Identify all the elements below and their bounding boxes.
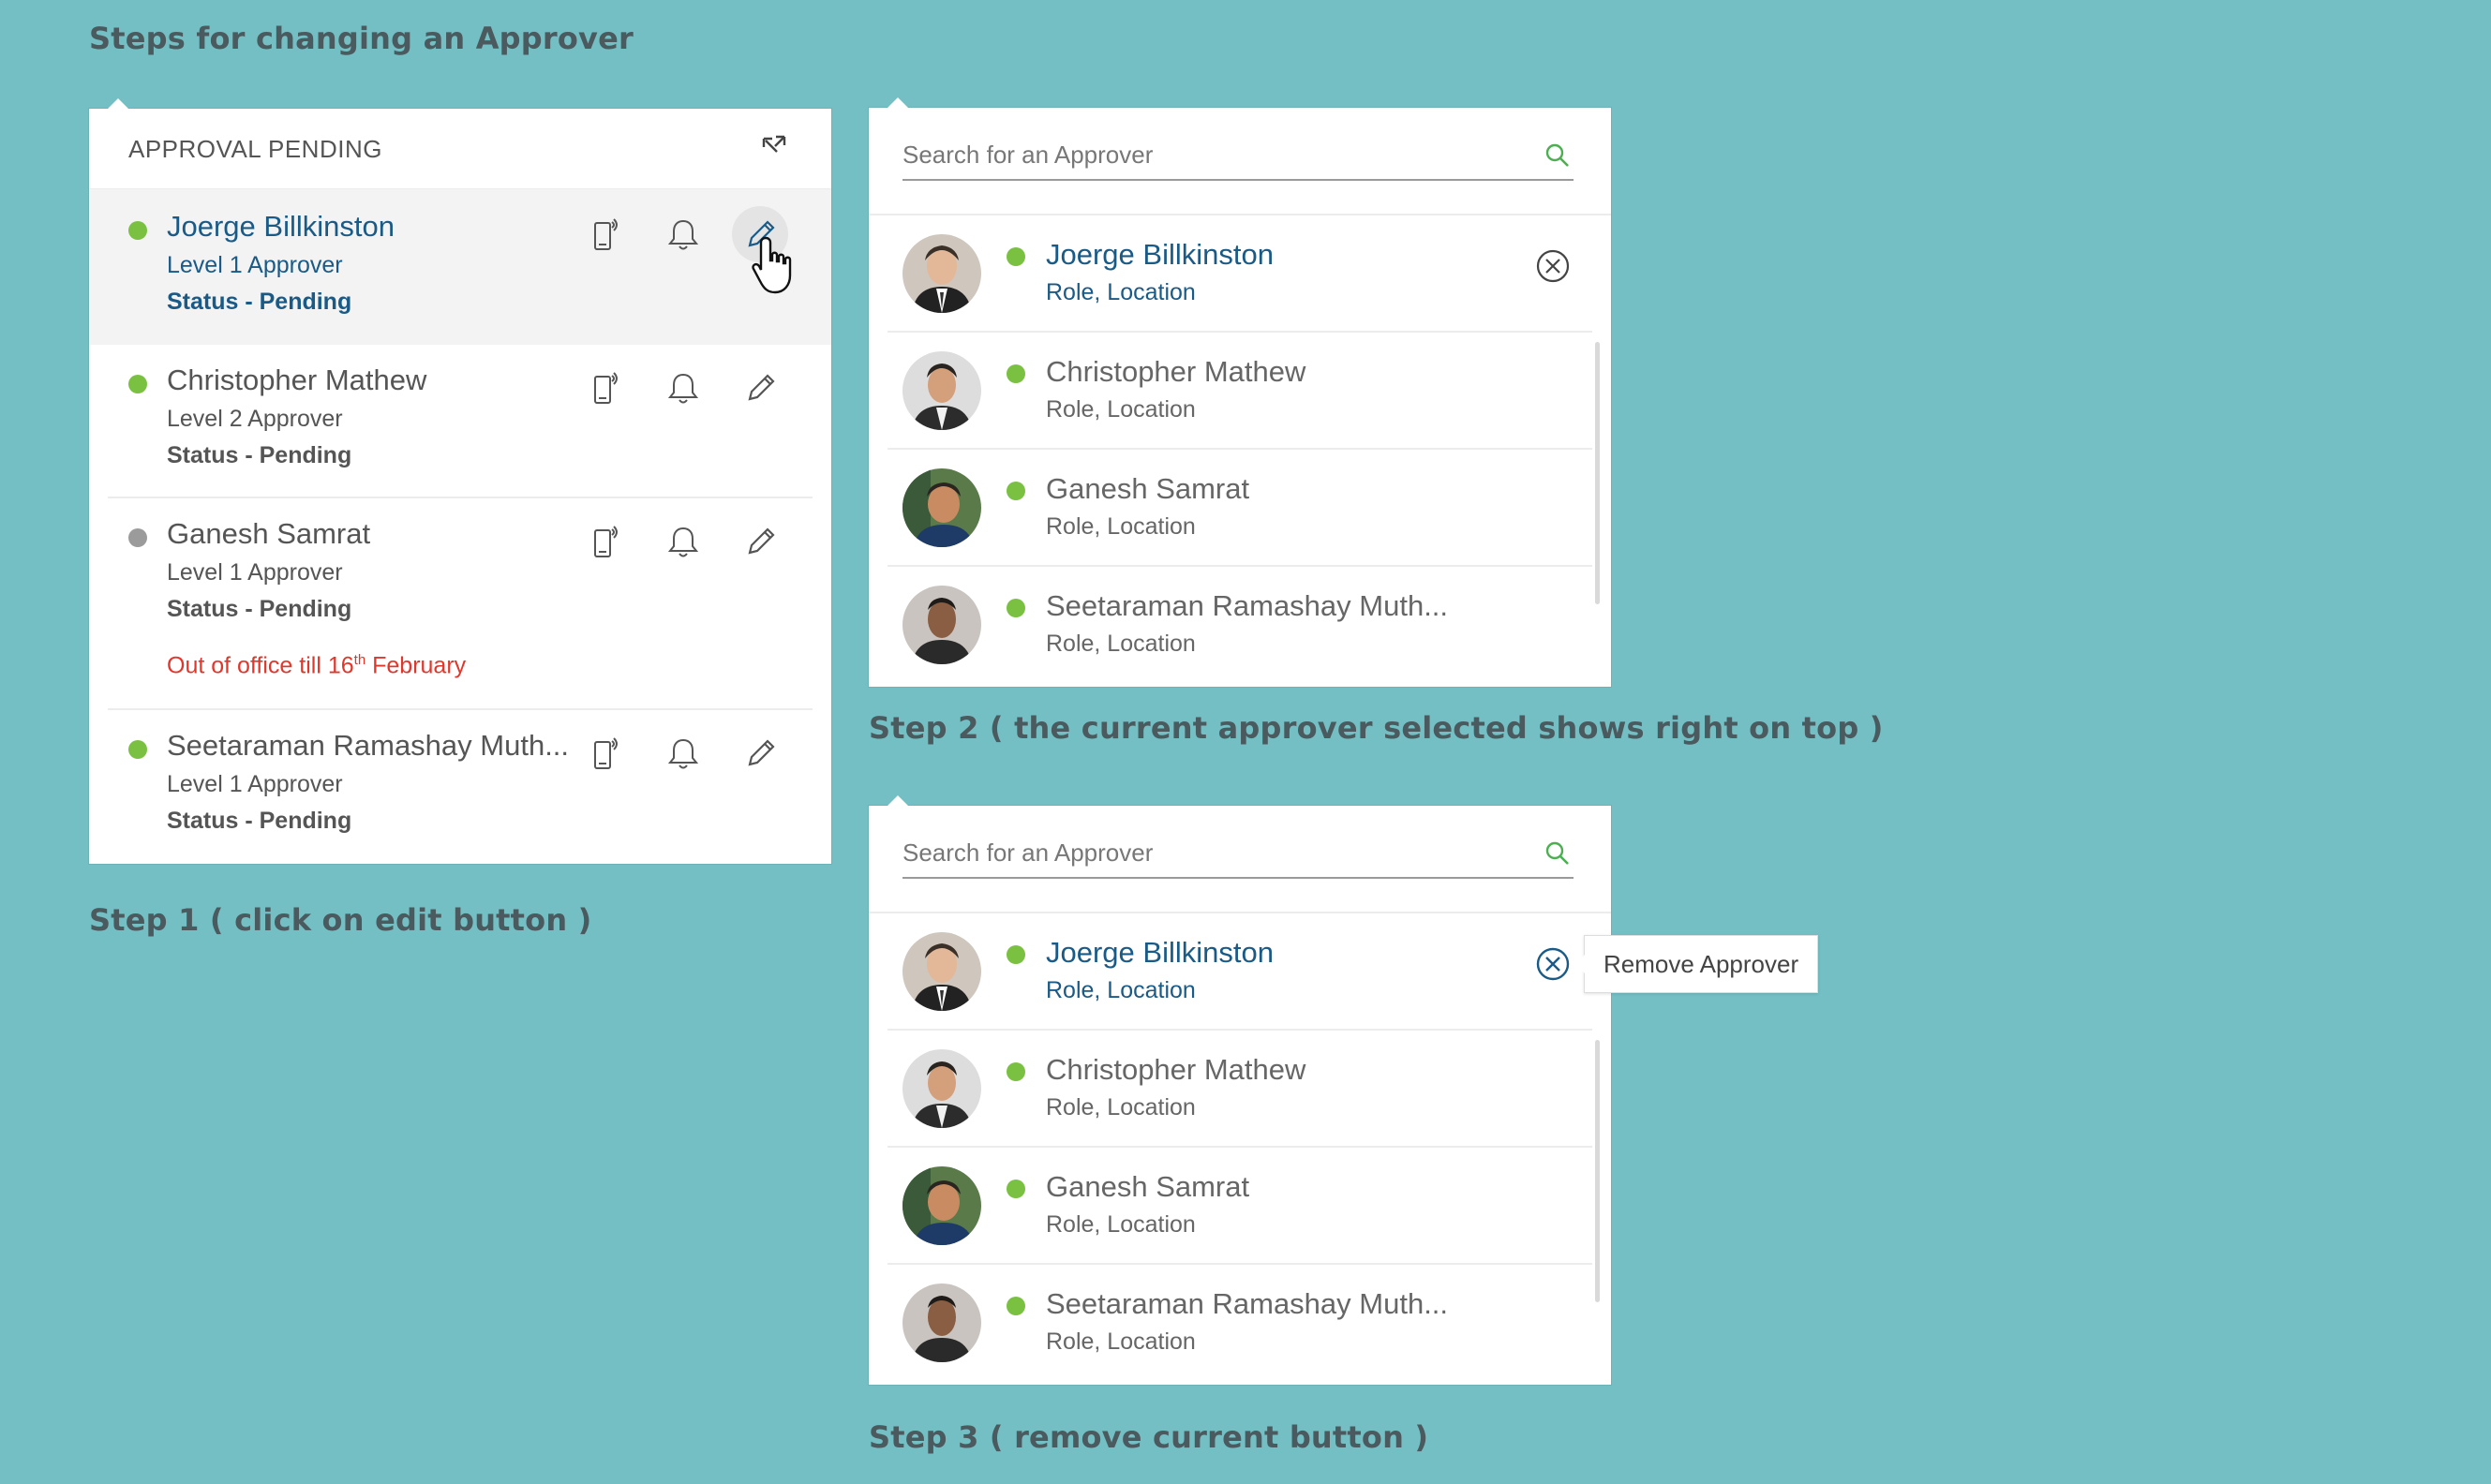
avatar (902, 1166, 981, 1245)
remove-approver-icon[interactable] (1534, 247, 1572, 285)
search-result[interactable]: Ganesh Samrat Role, Location (869, 450, 1611, 567)
presence-dot (1007, 1297, 1025, 1315)
presence-dot (1007, 482, 1025, 500)
presence-dot (128, 375, 147, 393)
card-header: APPROVAL PENDING (89, 109, 831, 189)
search-result[interactable]: Seetaraman Ramashay Muth... Role, Locati… (869, 567, 1611, 684)
search-result[interactable]: Ganesh Samrat Role, Location (869, 1148, 1611, 1265)
search-result[interactable]: Christopher Mathew Role, Location (869, 333, 1611, 450)
avatar (902, 468, 981, 547)
mobile-icon[interactable] (588, 369, 625, 407)
bell-icon[interactable] (664, 735, 702, 772)
search-input[interactable] (902, 834, 1502, 871)
presence-dot (128, 740, 147, 759)
approver-level: Level 1 Approver (167, 252, 343, 278)
result-name[interactable]: Joerge Billkinston (1046, 936, 1274, 970)
remove-approver-tooltip: Remove Approver (1574, 935, 1819, 993)
out-of-office-note: Out of office till 16th February (167, 652, 467, 679)
approval-pending-card: APPROVAL PENDING Joerge Billkinston Leve… (89, 98, 831, 864)
approver-name[interactable]: Joerge Billkinston (167, 210, 395, 244)
search-result-current[interactable]: Joerge Billkinston Role, Location (869, 215, 1611, 333)
result-role: Role, Location (1046, 977, 1196, 1003)
approver-row[interactable]: Seetaraman Ramashay Muth... Level 1 Appr… (89, 710, 831, 864)
approver-status: Status - Pending (167, 808, 352, 834)
approver-name[interactable]: Seetaraman Ramashay Muth... (167, 729, 569, 763)
approver-status: Status - Pending (167, 596, 352, 622)
result-role: Role, Location (1046, 1328, 1196, 1355)
result-role: Role, Location (1046, 396, 1196, 423)
approver-name[interactable]: Christopher Mathew (167, 364, 426, 397)
approver-level: Level 1 Approver (167, 559, 343, 586)
result-name[interactable]: Ganesh Samrat (1046, 1170, 1249, 1204)
result-name[interactable]: Christopher Mathew (1046, 355, 1305, 389)
mobile-icon[interactable] (588, 735, 625, 772)
remove-approver-icon[interactable] (1534, 945, 1572, 983)
presence-dot (1007, 1062, 1025, 1081)
hand-cursor-icon (752, 236, 792, 294)
bell-icon[interactable] (664, 215, 702, 253)
presence-dot (1007, 1180, 1025, 1198)
expand-icon[interactable] (756, 131, 790, 165)
approver-status: Status - Pending (167, 289, 352, 315)
scrollbar[interactable] (1595, 342, 1600, 604)
step1-caption: Step 1 ( click on edit button ) (89, 902, 592, 938)
search-field[interactable] (902, 834, 1574, 879)
avatar (902, 351, 981, 430)
step2-caption: Step 2 ( the current approver selected s… (869, 710, 1884, 746)
search-input[interactable] (902, 136, 1502, 173)
card-title: APPROVAL PENDING (128, 135, 382, 163)
search-result[interactable]: Seetaraman Ramashay Muth... Role, Locati… (869, 1265, 1611, 1382)
approver-search-card: Joerge Billkinston Role, Location Christ… (869, 97, 1611, 687)
step3-caption: Step 3 ( remove current button ) (869, 1419, 1429, 1455)
search-field[interactable] (902, 136, 1574, 181)
search-icon[interactable] (1544, 141, 1572, 170)
scrollbar[interactable] (1595, 1040, 1600, 1302)
search-result[interactable]: Christopher Mathew Role, Location (869, 1031, 1611, 1148)
result-role: Role, Location (1046, 513, 1196, 540)
approver-search-card-remove: Joerge Billkinston Role, Location Christ… (869, 795, 1611, 1385)
page-title: Steps for changing an Approver (89, 21, 634, 56)
approver-status: Status - Pending (167, 442, 352, 468)
approver-level: Level 2 Approver (167, 406, 343, 432)
result-role: Role, Location (1046, 279, 1196, 305)
result-name[interactable]: Christopher Mathew (1046, 1053, 1305, 1087)
approver-level: Level 1 Approver (167, 771, 343, 797)
pencil-icon[interactable] (742, 735, 780, 772)
result-name[interactable]: Ganesh Samrat (1046, 472, 1249, 506)
approver-row[interactable]: Ganesh Samrat Level 1 Approver Status - … (89, 498, 831, 710)
approver-row[interactable]: Joerge Billkinston Level 1 Approver Stat… (89, 189, 831, 345)
mobile-icon[interactable] (588, 215, 625, 253)
mobile-icon[interactable] (588, 523, 625, 560)
avatar (902, 1284, 981, 1362)
result-role: Role, Location (1046, 1211, 1196, 1238)
avatar (902, 1049, 981, 1128)
result-role: Role, Location (1046, 631, 1196, 657)
result-name[interactable]: Seetaraman Ramashay Muth... (1046, 1287, 1448, 1321)
presence-dot (128, 528, 147, 547)
presence-dot (1007, 364, 1025, 383)
approver-row[interactable]: Christopher Mathew Level 2 Approver Stat… (89, 345, 831, 498)
search-icon[interactable] (1544, 839, 1572, 868)
presence-dot (1007, 247, 1025, 266)
presence-dot (1007, 599, 1025, 617)
avatar (902, 586, 981, 664)
result-role: Role, Location (1046, 1094, 1196, 1120)
approver-name[interactable]: Ganesh Samrat (167, 517, 370, 551)
bell-icon[interactable] (664, 369, 702, 407)
presence-dot (128, 221, 147, 240)
result-name[interactable]: Joerge Billkinston (1046, 238, 1274, 272)
bell-icon[interactable] (664, 523, 702, 560)
presence-dot (1007, 945, 1025, 964)
avatar (902, 932, 981, 1011)
avatar (902, 234, 981, 313)
result-name[interactable]: Seetaraman Ramashay Muth... (1046, 589, 1448, 623)
search-result-current[interactable]: Joerge Billkinston Role, Location (869, 913, 1611, 1031)
pencil-icon[interactable] (742, 523, 780, 560)
pencil-icon[interactable] (742, 369, 780, 407)
